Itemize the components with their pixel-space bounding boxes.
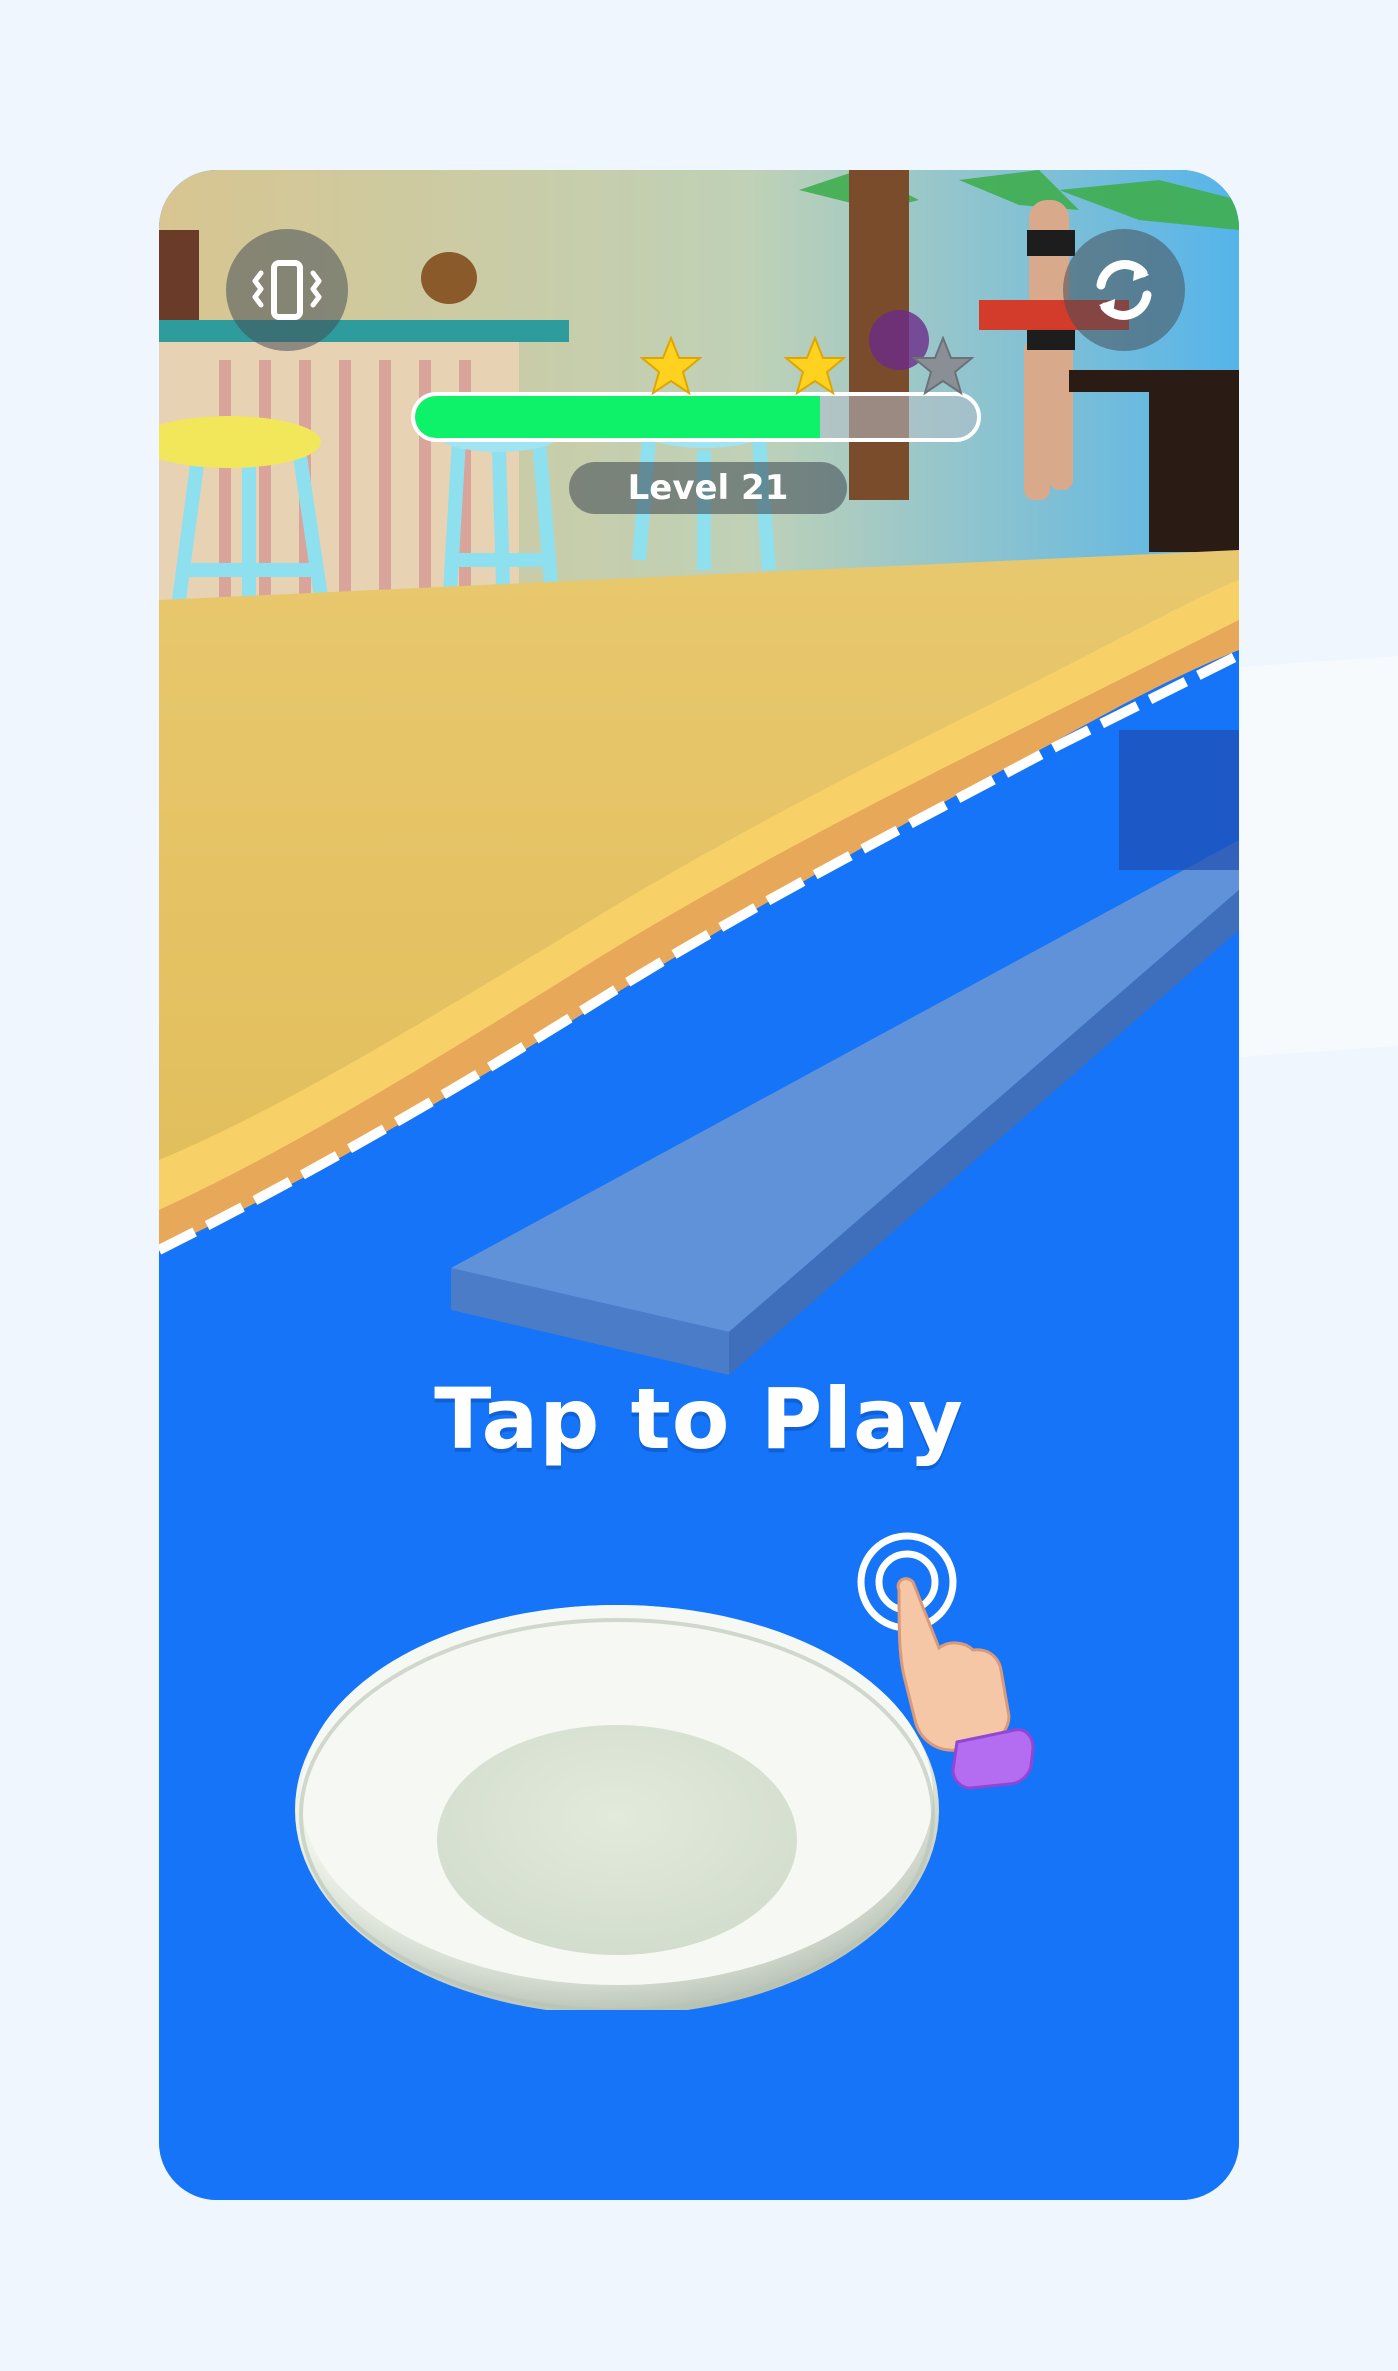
vibration-phone-icon bbox=[252, 260, 322, 320]
progress-fill bbox=[415, 396, 820, 438]
tap-hand-icon bbox=[857, 1532, 1035, 1790]
vibration-toggle-button[interactable] bbox=[226, 229, 348, 351]
level-label: Level 21 bbox=[627, 468, 789, 508]
side-card-shape bbox=[1240, 653, 1398, 1057]
tap-to-play-prompt[interactable]: Tap to Play bbox=[159, 1370, 1239, 1468]
star-empty-icon bbox=[912, 336, 974, 396]
restart-icon bbox=[1096, 260, 1152, 320]
restart-button[interactable] bbox=[1063, 229, 1185, 351]
star-icon bbox=[640, 336, 702, 396]
level-progress-bar bbox=[411, 392, 981, 442]
level-indicator: Level 21 bbox=[569, 462, 847, 514]
game-viewport[interactable]: Level 21 Tap to Play bbox=[159, 170, 1239, 2200]
star-icon bbox=[784, 336, 846, 396]
